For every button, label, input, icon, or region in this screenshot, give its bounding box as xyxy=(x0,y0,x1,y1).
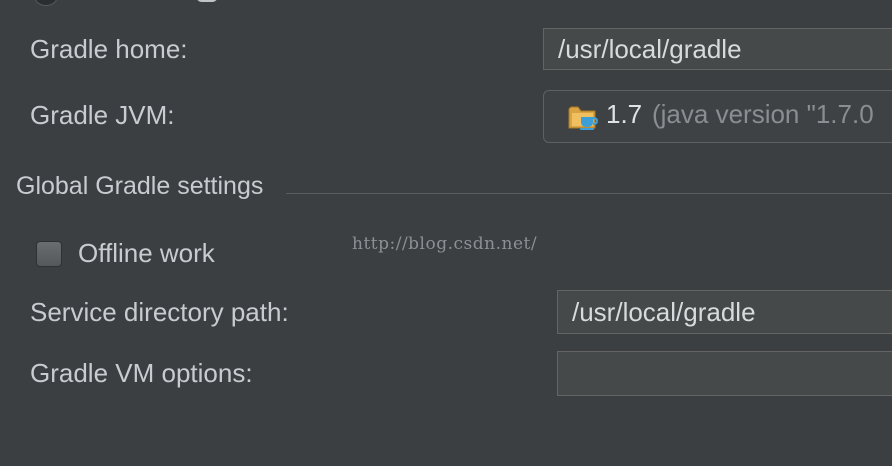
vm-options-label: Gradle VM options: xyxy=(30,358,253,388)
section-separator xyxy=(286,193,892,194)
jdk-folder-icon xyxy=(568,106,598,130)
gradle-settings-panel: Gradle home: /usr/local/gradle Gradle JV… xyxy=(0,0,892,466)
gradle-home-field[interactable]: /usr/local/gradle xyxy=(543,28,892,70)
gradle-jvm-select[interactable]: 1.7 (java version "1.7.0 xyxy=(543,90,892,143)
jdk-detail-text: (java version "1.7.0 xyxy=(652,99,874,129)
gradle-jvm-label: Gradle JVM: xyxy=(30,100,175,130)
offline-work-checkbox[interactable] xyxy=(36,241,62,267)
clipped-label-partial xyxy=(196,0,218,2)
gradle-home-label: Gradle home: xyxy=(30,34,188,64)
vm-options-field[interactable] xyxy=(557,351,892,396)
service-directory-label: Service directory path: xyxy=(30,297,289,327)
section-title: Global Gradle settings xyxy=(16,172,264,200)
jdk-version-text: 1.7 xyxy=(606,99,643,129)
service-directory-field[interactable]: /usr/local/gradle xyxy=(557,290,892,334)
offline-work-label[interactable]: Offline work xyxy=(78,238,215,269)
radio-button-partial[interactable] xyxy=(34,0,58,6)
watermark-text: http://blog.csdn.net/ xyxy=(352,234,538,254)
